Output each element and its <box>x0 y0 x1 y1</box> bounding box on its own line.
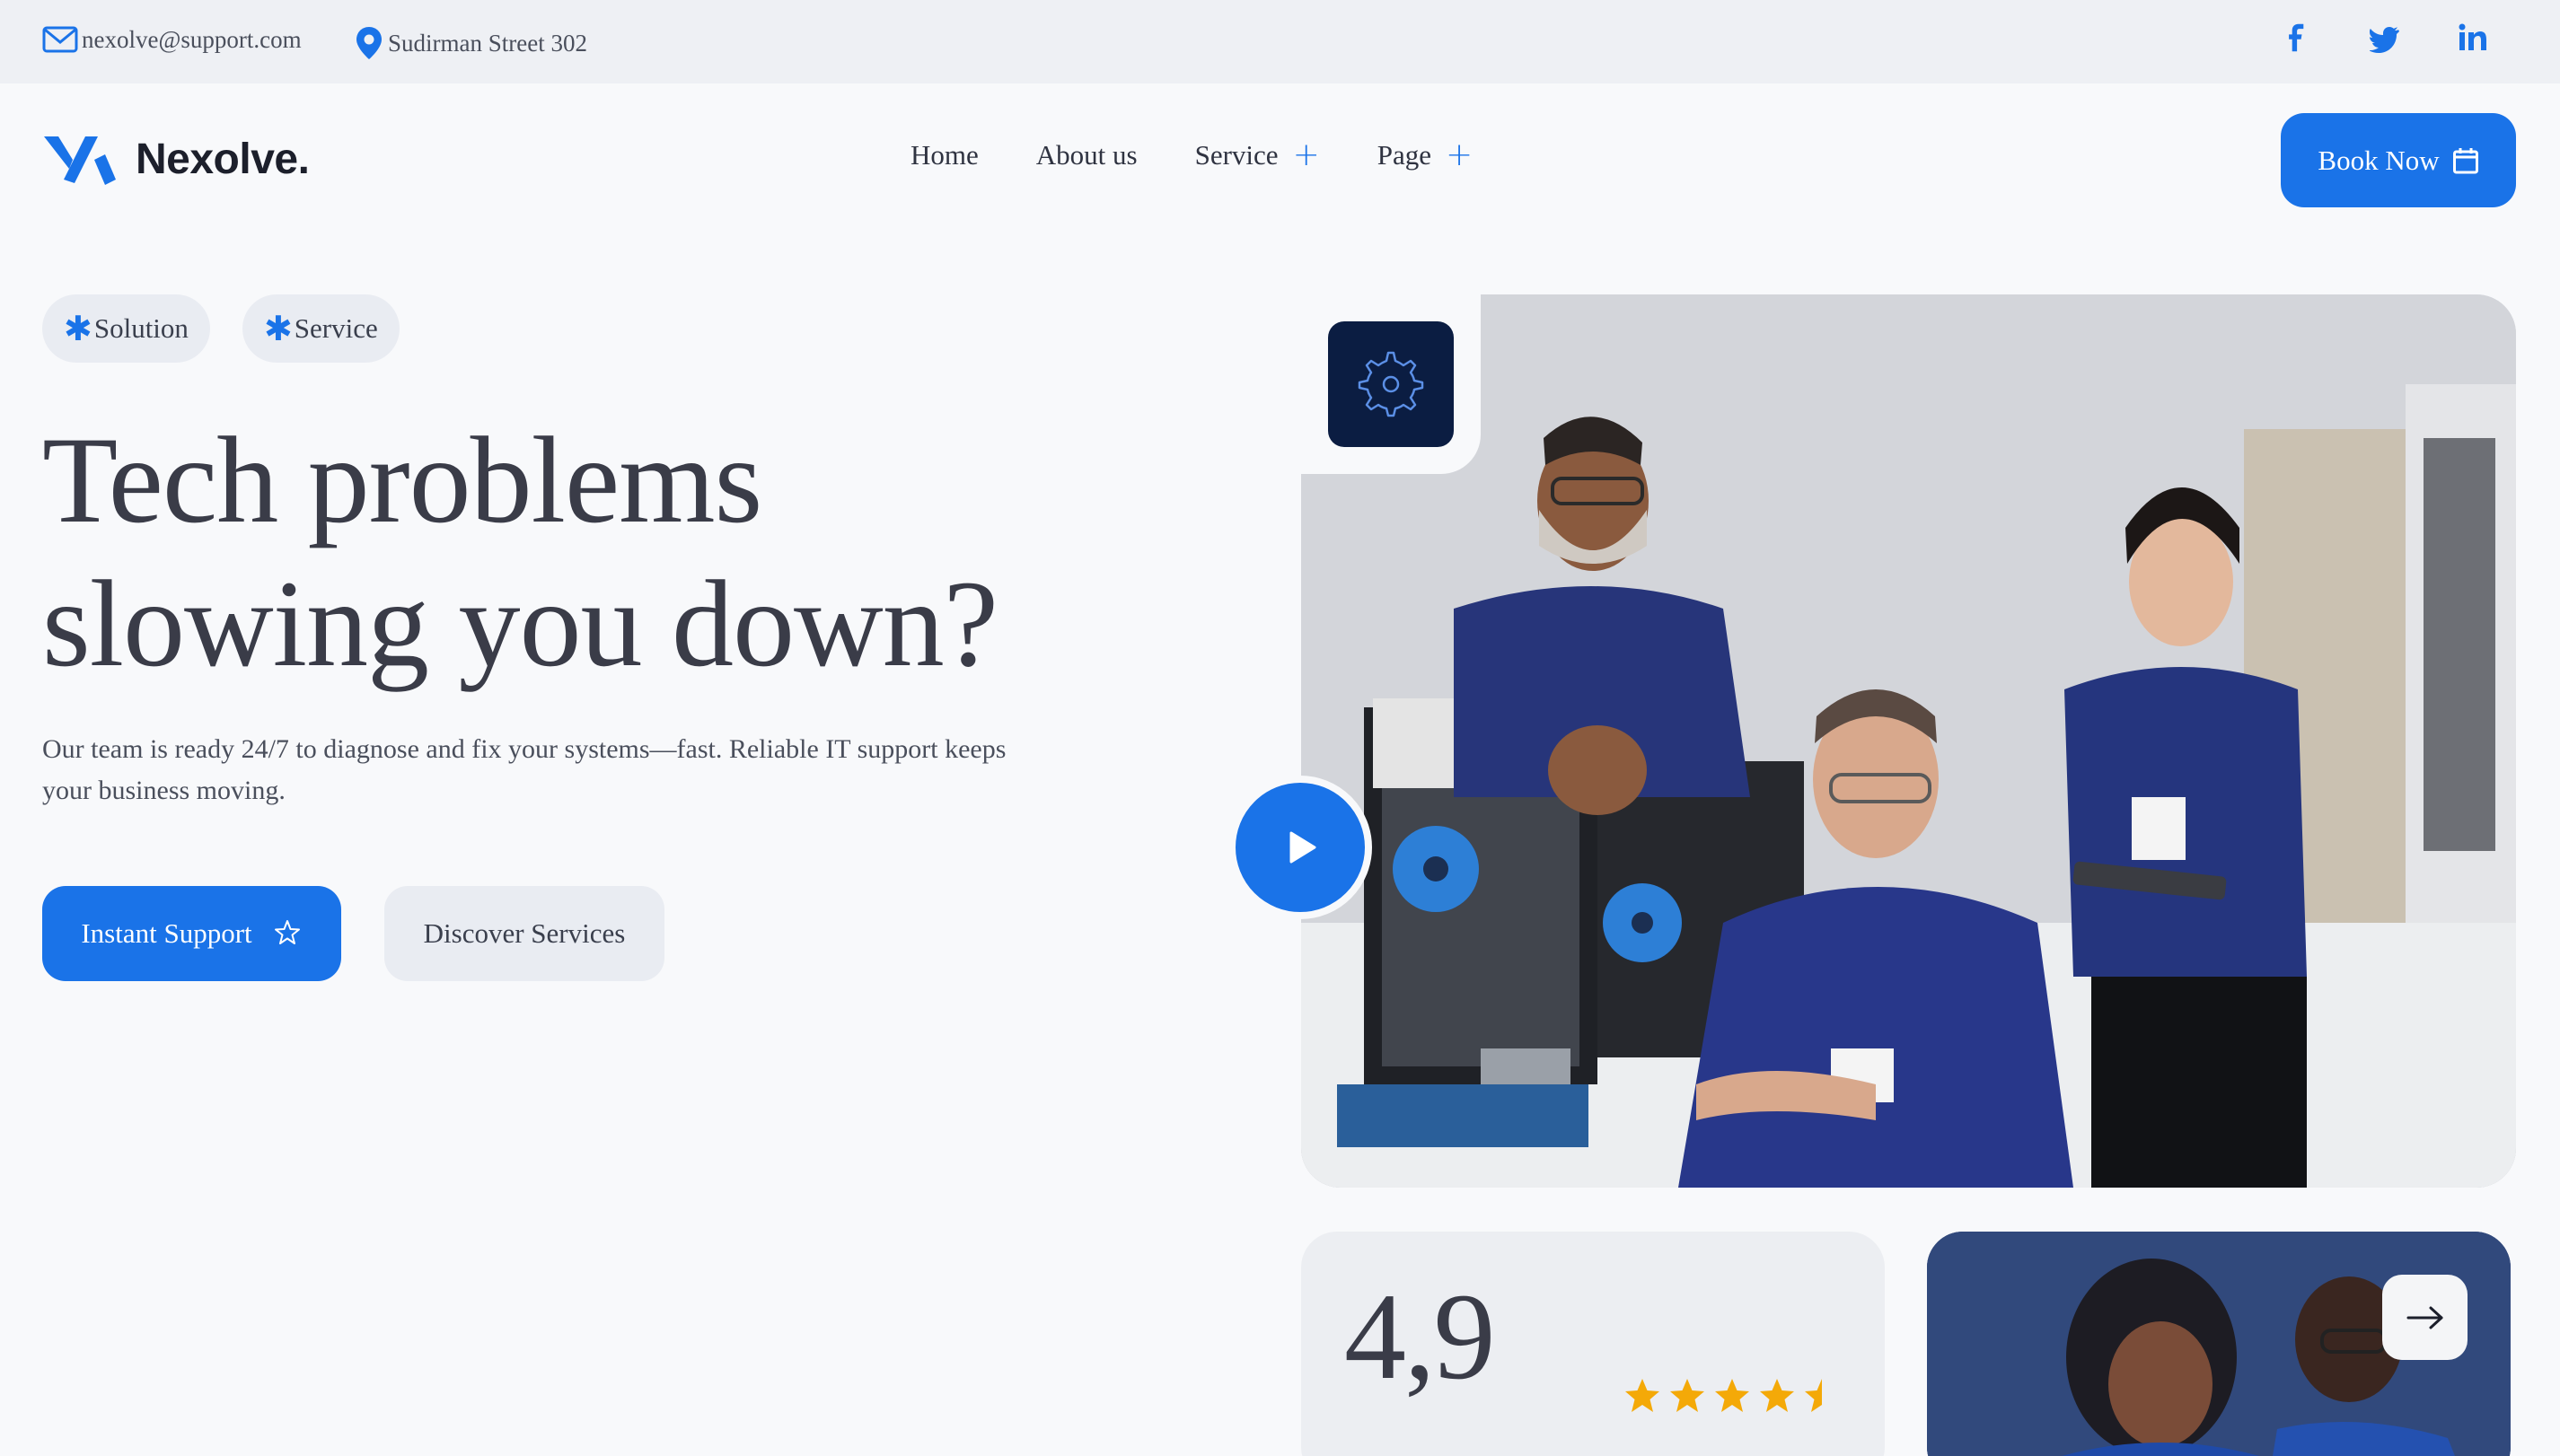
hero-subtext: Our team is ready 24/7 to diagnose and f… <box>42 734 1007 805</box>
email-text: nexolve@support.com <box>82 25 302 53</box>
asterisk-icon: ✱ <box>263 309 293 348</box>
address-text: Sudirman Street 302 <box>388 29 587 57</box>
nav-item-label: Service <box>1194 139 1279 171</box>
tag-solution: ✱ Solution <box>42 294 210 363</box>
rating-value: 4,9 <box>1344 1267 1495 1405</box>
mail-icon <box>42 26 78 53</box>
hero-tags: ✱ Solution ✱ Service <box>42 294 400 363</box>
nav-item-page[interactable]: Page + <box>1377 139 1473 171</box>
star-icon <box>1625 1379 1659 1412</box>
brand-name: Nexolve. <box>136 135 310 183</box>
team-photo-illustration <box>1301 294 2516 1188</box>
play-video-button[interactable] <box>1228 776 1372 919</box>
main-nav: Home About us Service + Page + <box>911 139 1473 171</box>
address-contact[interactable]: Sudirman Street 302 <box>354 25 587 61</box>
linkedin-icon[interactable] <box>2458 22 2488 56</box>
social-links <box>2282 22 2488 56</box>
star-icon <box>1760 1379 1794 1412</box>
instant-support-button[interactable]: Instant Support <box>42 886 341 981</box>
star-half-icon <box>1805 1379 1822 1412</box>
book-now-label: Book Now <box>2318 144 2440 176</box>
headline-line-1: Tech problems <box>42 411 762 548</box>
book-now-button[interactable]: Book Now <box>2281 113 2516 207</box>
gear-icon <box>1358 351 1424 417</box>
discover-services-button[interactable]: Discover Services <box>384 886 664 981</box>
calendar-icon <box>2452 147 2478 173</box>
star-outline-icon <box>274 920 300 944</box>
logo-mark-icon <box>44 136 116 185</box>
hero-headline: Tech problems slowing you down? <box>42 408 1210 696</box>
instant-support-label: Instant Support <box>81 917 252 949</box>
top-bar: nexolve@support.com Sudirman Street 302 <box>0 0 2560 83</box>
star-icon <box>1715 1379 1749 1412</box>
email-contact[interactable]: nexolve@support.com <box>42 25 302 54</box>
nav-item-label: About us <box>1035 139 1138 171</box>
tag-label: Service <box>294 312 378 344</box>
plus-icon: + <box>1446 136 1474 173</box>
twitter-icon[interactable] <box>2369 22 2400 56</box>
nav-item-label: Home <box>911 139 979 171</box>
settings-badge <box>1328 321 1454 447</box>
plus-icon: + <box>1292 136 1320 173</box>
location-pin-icon <box>356 27 382 59</box>
next-arrow-button[interactable] <box>2382 1275 2468 1360</box>
tag-label: Solution <box>93 312 189 344</box>
nav-item-label: Page <box>1377 139 1431 171</box>
rating-card: 4,9 <box>1301 1232 1885 1456</box>
rating-stars <box>1623 1377 1842 1415</box>
hero-team-photo <box>1301 294 2516 1188</box>
arrow-right-icon <box>2406 1306 2442 1329</box>
asterisk-icon: ✱ <box>64 309 92 348</box>
headline-line-2: slowing you down? <box>42 555 998 692</box>
nav-item-service[interactable]: Service + <box>1195 139 1320 171</box>
nav-item-home[interactable]: Home <box>911 139 979 171</box>
facebook-icon[interactable] <box>2282 22 2312 56</box>
star-icon <box>1670 1379 1704 1412</box>
tag-service: ✱ Service <box>242 294 400 363</box>
logo[interactable]: Nexolve. <box>42 133 310 185</box>
play-icon <box>1289 831 1316 864</box>
nav-item-about[interactable]: About us <box>1036 139 1138 171</box>
